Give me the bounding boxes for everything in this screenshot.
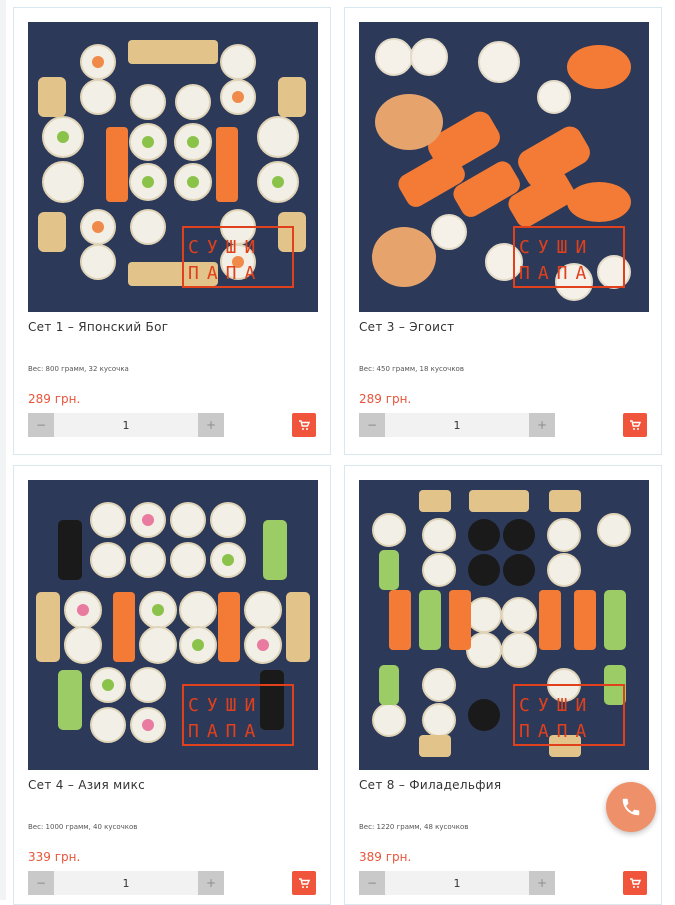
svg-text:ПАПА: ПАПА	[188, 721, 263, 742]
quantity-input[interactable]: 1	[54, 419, 198, 432]
svg-text:СУШИ: СУШИ	[519, 237, 594, 258]
svg-text:СУШИ: СУШИ	[188, 695, 263, 716]
quantity-stepper: − 1 +	[359, 413, 555, 437]
page-left-edge	[0, 0, 6, 900]
add-to-cart-button[interactable]	[292, 413, 316, 437]
quantity-stepper: − 1 +	[28, 871, 224, 895]
product-photo[interactable]: СУШИ ПАПА	[28, 22, 318, 312]
call-button[interactable]	[606, 782, 656, 832]
add-to-cart-button[interactable]	[292, 871, 316, 895]
product-weight: Вес: 1220 грамм, 48 кусочков	[359, 823, 469, 831]
add-to-cart-button[interactable]	[623, 871, 647, 895]
decrement-button[interactable]: −	[359, 871, 385, 895]
product-price: 339 грн.	[28, 850, 81, 864]
product-title[interactable]: Сет 4 – Азия микс	[28, 778, 145, 792]
product-photo[interactable]: СУШИ ПАПА	[359, 480, 649, 770]
cart-icon	[630, 878, 641, 888]
decrement-button[interactable]: −	[359, 413, 385, 437]
product-card: СУШИ ПАПА Сет 4 – Азия микс Вес: 1000 гр…	[13, 465, 331, 905]
product-title[interactable]: Сет 3 – Эгоист	[359, 320, 454, 334]
increment-button[interactable]: +	[198, 871, 224, 895]
decrement-button[interactable]: −	[28, 871, 54, 895]
svg-text:СУШИ: СУШИ	[519, 695, 594, 716]
product-card: СУШИ ПАПА Сет 1 – Японский Бог Вес: 800 …	[13, 7, 331, 455]
phone-icon	[622, 798, 640, 816]
increment-button[interactable]: +	[529, 871, 555, 895]
increment-button[interactable]: +	[529, 413, 555, 437]
increment-button[interactable]: +	[198, 413, 224, 437]
cart-icon	[630, 420, 641, 430]
quantity-input[interactable]: 1	[385, 419, 529, 432]
product-weight: Вес: 1000 грамм, 40 кусочков	[28, 823, 138, 831]
product-card: СУШИ ПАПА Сет 3 – Эгоист Вес: 450 грамм,…	[344, 7, 662, 455]
quantity-stepper: − 1 +	[28, 413, 224, 437]
svg-text:ПАПА: ПАПА	[188, 263, 263, 284]
decrement-button[interactable]: −	[28, 413, 54, 437]
product-title[interactable]: Сет 8 – Филадельфия	[359, 778, 501, 792]
svg-text:ПАПА: ПАПА	[519, 721, 594, 742]
product-price: 389 грн.	[359, 850, 412, 864]
product-weight: Вес: 800 грамм, 32 кусочка	[28, 365, 129, 373]
cart-icon	[299, 420, 310, 430]
cart-icon	[299, 878, 310, 888]
product-photo[interactable]: СУШИ ПАПА	[359, 22, 649, 312]
product-title[interactable]: Сет 1 – Японский Бог	[28, 320, 168, 334]
product-price: 289 грн.	[28, 392, 81, 406]
quantity-input[interactable]: 1	[385, 877, 529, 890]
svg-text:СУШИ: СУШИ	[188, 237, 263, 258]
quantity-stepper: − 1 +	[359, 871, 555, 895]
product-photo[interactable]: СУШИ ПАПА	[28, 480, 318, 770]
product-weight: Вес: 450 грамм, 18 кусочков	[359, 365, 464, 373]
svg-text:ПАПА: ПАПА	[519, 263, 594, 284]
quantity-input[interactable]: 1	[54, 877, 198, 890]
product-price: 289 грн.	[359, 392, 412, 406]
product-card: СУШИ ПАПА Сет 8 – Филадельфия Вес: 1220 …	[344, 465, 662, 905]
add-to-cart-button[interactable]	[623, 413, 647, 437]
